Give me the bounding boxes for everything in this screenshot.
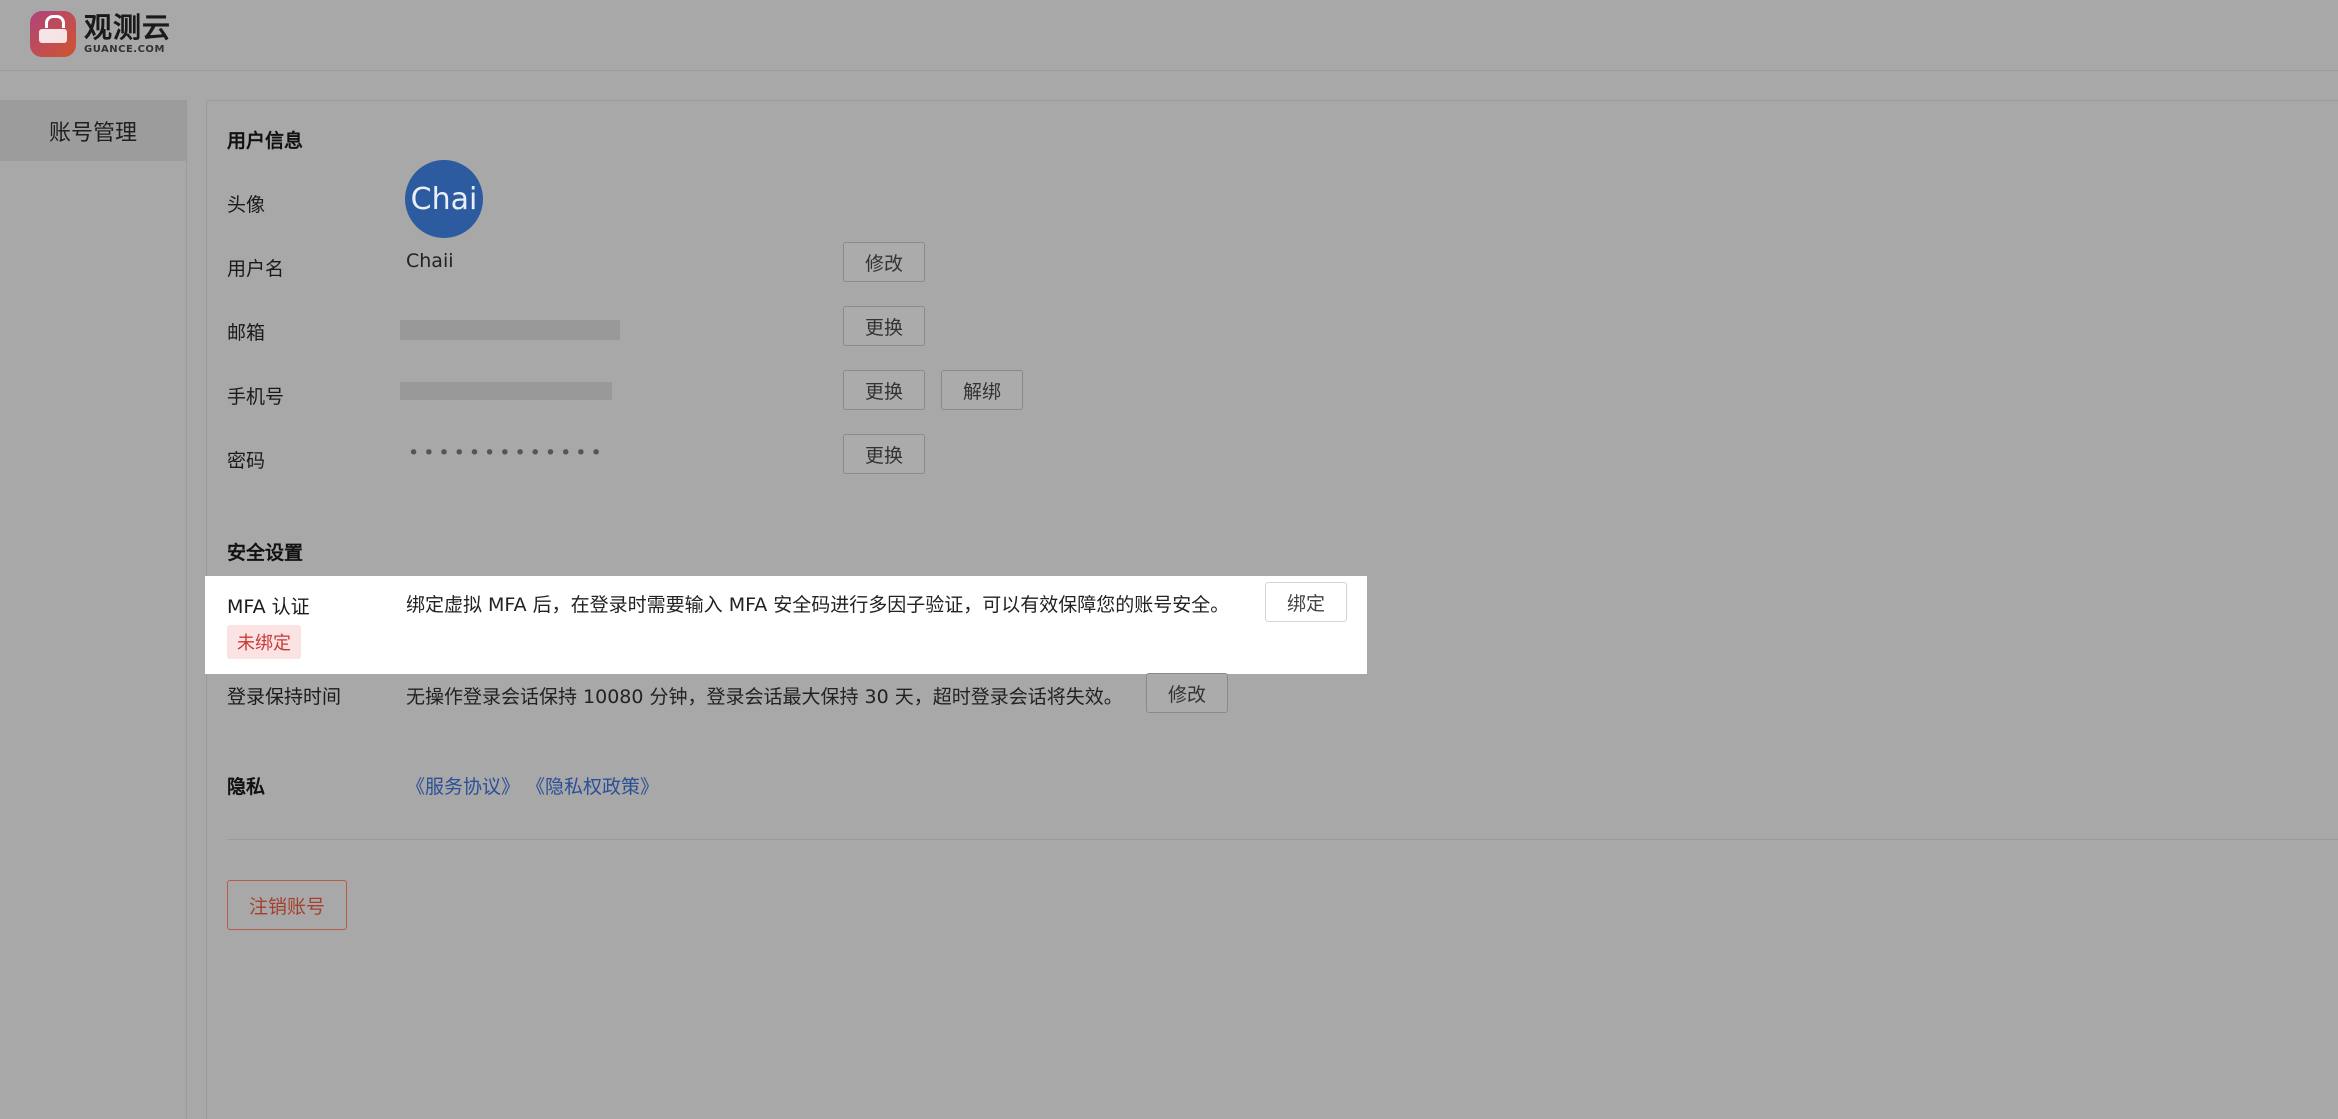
change-phone-button[interactable]: 更换 xyxy=(843,370,925,410)
security-title: 安全设置 xyxy=(227,542,304,564)
divider xyxy=(227,839,2338,840)
username-value: Chaii xyxy=(406,250,454,272)
phone-value-masked xyxy=(400,382,612,400)
sidebar: 账号管理 xyxy=(0,100,187,1119)
email-label: 邮箱 xyxy=(227,322,266,344)
avatar-label: 头像 xyxy=(227,194,266,216)
session-label: 登录保持时间 xyxy=(227,686,342,708)
terms-of-service-link[interactable]: 《服务协议》 xyxy=(406,772,520,799)
top-bar: 观测云 GUANCE.COM xyxy=(0,0,2338,71)
edit-username-button[interactable]: 修改 xyxy=(843,242,925,282)
username-label: 用户名 xyxy=(227,258,285,280)
brand-name-cn: 观测云 xyxy=(84,10,172,44)
brand-name: 观测云 GUANCE.COM xyxy=(84,10,172,55)
avatar[interactable]: Chai xyxy=(405,160,483,238)
password-value: ••••••••••••• xyxy=(408,442,606,464)
password-label: 密码 xyxy=(227,450,266,472)
mfa-label: MFA 认证 xyxy=(227,596,310,618)
change-email-button[interactable]: 更换 xyxy=(843,306,925,346)
user-info-title: 用户信息 xyxy=(227,130,304,152)
email-value-masked xyxy=(400,320,620,340)
session-description: 无操作登录会话保持 10080 分钟，登录会话最大保持 30 天，超时登录会话将… xyxy=(406,686,1123,708)
logo-icon xyxy=(30,11,76,57)
phone-label: 手机号 xyxy=(227,386,285,408)
delete-account-button[interactable]: 注销账号 xyxy=(227,880,347,930)
sidebar-item-label: 账号管理 xyxy=(48,121,137,146)
privacy-policy-link[interactable]: 《隐私权政策》 xyxy=(526,772,659,799)
sidebar-item-account-management[interactable]: 账号管理 xyxy=(0,101,186,161)
avatar-initials: Chai xyxy=(410,181,478,217)
brand-logo[interactable]: 观测云 GUANCE.COM xyxy=(30,10,171,58)
change-password-button[interactable]: 更换 xyxy=(843,434,925,474)
mfa-description: 绑定虚拟 MFA 后，在登录时需要输入 MFA 安全码进行多因子验证，可以有效保… xyxy=(406,594,1230,616)
unbind-phone-button[interactable]: 解绑 xyxy=(941,370,1023,410)
edit-session-button[interactable]: 修改 xyxy=(1146,673,1228,713)
brand-name-en: GUANCE.COM xyxy=(84,43,165,55)
mfa-status-badge: 未绑定 xyxy=(227,625,301,659)
privacy-label: 隐私 xyxy=(227,776,266,798)
bind-mfa-button[interactable]: 绑定 xyxy=(1265,582,1347,622)
